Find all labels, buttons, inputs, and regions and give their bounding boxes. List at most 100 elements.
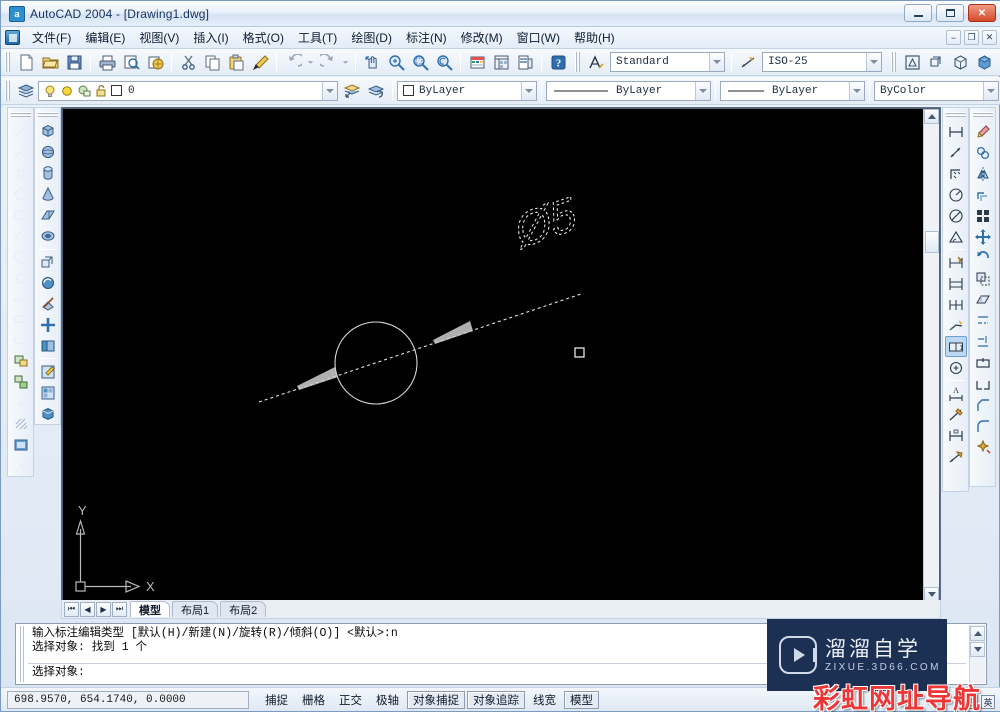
interfere-icon[interactable]	[37, 335, 59, 356]
menu-modify[interactable]: 修改(M)	[454, 27, 510, 48]
publish-icon[interactable]	[144, 51, 166, 73]
redo-dropdown-icon[interactable]	[341, 51, 350, 73]
dimension-text-edit-icon[interactable]	[945, 404, 967, 425]
tab-layout1[interactable]: 布局1	[172, 601, 218, 617]
polygon-icon[interactable]	[10, 184, 32, 205]
cone-icon[interactable]	[37, 184, 59, 205]
linear-dimension-icon[interactable]	[945, 121, 967, 142]
hatch-icon[interactable]	[10, 413, 32, 434]
setup-drawing-icon[interactable]	[37, 361, 59, 382]
solids-toolbar-grip[interactable]	[38, 111, 58, 118]
diameter-dimension-icon[interactable]	[945, 205, 967, 226]
copy-object-icon[interactable]	[972, 142, 994, 163]
chamfer-icon[interactable]	[972, 394, 994, 415]
dimension-update-icon[interactable]	[945, 425, 967, 446]
break-icon[interactable]	[972, 373, 994, 394]
ellipse-arc-icon[interactable]	[10, 330, 32, 351]
chevron-down-icon[interactable]	[866, 53, 881, 71]
toolbar-grip[interactable]	[4, 52, 11, 72]
ellipse-icon[interactable]	[10, 309, 32, 330]
construction-line-icon[interactable]	[10, 142, 32, 163]
command-scroll-down-button[interactable]	[970, 642, 985, 657]
chevron-down-icon[interactable]	[709, 53, 724, 71]
draw-toolbar-grip[interactable]	[11, 111, 31, 118]
menu-draw[interactable]: 绘图(D)	[344, 27, 399, 48]
dimension-toolbar-grip[interactable]	[946, 111, 966, 118]
otrack-toggle[interactable]: 对象追踪	[467, 691, 525, 709]
tab-last-button[interactable]: ⏭	[112, 602, 127, 617]
zoom-window-icon[interactable]	[409, 51, 431, 73]
layer-properties-manager-icon[interactable]	[15, 80, 37, 102]
polar-toggle[interactable]: 极轴	[370, 691, 405, 709]
spline-icon[interactable]	[10, 288, 32, 309]
wedge-icon[interactable]	[37, 205, 59, 226]
maximize-button[interactable]	[936, 4, 964, 22]
torus-icon[interactable]	[37, 226, 59, 247]
array-icon[interactable]	[972, 205, 994, 226]
quick-dimension-icon[interactable]	[945, 252, 967, 273]
erase-icon[interactable]	[972, 121, 994, 142]
chevron-down-icon[interactable]	[983, 82, 998, 100]
command-scrollbar[interactable]	[969, 625, 985, 683]
point-icon[interactable]	[10, 393, 32, 414]
chevron-down-icon[interactable]	[849, 82, 864, 100]
fillet-icon[interactable]	[972, 415, 994, 436]
document-icon[interactable]	[5, 30, 20, 45]
tool-palettes-icon[interactable]	[514, 51, 536, 73]
chevron-down-icon[interactable]	[695, 82, 710, 100]
offset-icon[interactable]	[972, 184, 994, 205]
redo-icon[interactable]	[317, 51, 339, 73]
rotate-icon[interactable]	[972, 247, 994, 268]
command-window-grip[interactable]	[18, 626, 26, 682]
setup-profile-icon[interactable]	[37, 403, 59, 424]
sphere-icon[interactable]	[37, 142, 59, 163]
tab-model[interactable]: 模型	[130, 601, 170, 617]
lineweight-combo[interactable]: ByLayer	[720, 81, 865, 101]
radius-dimension-icon[interactable]	[945, 184, 967, 205]
designcenter-icon[interactable]	[490, 51, 512, 73]
help-icon[interactable]: ?	[547, 51, 569, 73]
open-file-icon[interactable]	[39, 51, 61, 73]
center-mark-icon[interactable]	[945, 357, 967, 378]
layer-combo[interactable]: 0	[38, 81, 338, 101]
baseline-dimension-icon[interactable]	[945, 273, 967, 294]
tolerance-icon[interactable]: 1	[945, 336, 967, 357]
match-properties-icon[interactable]	[249, 51, 271, 73]
view-toolbar-grip[interactable]	[890, 52, 897, 72]
plotstyle-combo[interactable]: ByColor	[874, 81, 999, 101]
menu-insert[interactable]: 插入(I)	[186, 27, 235, 48]
slice-icon[interactable]	[37, 293, 59, 314]
vertical-scroll-thumb[interactable]	[925, 231, 939, 253]
tab-layout2[interactable]: 布局2	[220, 601, 266, 617]
stretch-icon[interactable]	[972, 289, 994, 310]
linetype-combo[interactable]: ByLayer	[546, 81, 711, 101]
break-at-point-icon[interactable]	[972, 352, 994, 373]
region-icon[interactable]	[10, 434, 32, 455]
mdi-close-button[interactable]: ✕	[982, 30, 997, 45]
osnap-toggle[interactable]: 对象捕捉	[407, 691, 465, 709]
zoom-previous-icon[interactable]	[433, 51, 455, 73]
properties-icon[interactable]	[466, 51, 488, 73]
save-file-icon[interactable]	[63, 51, 85, 73]
rectangle-icon[interactable]	[10, 205, 32, 226]
paste-icon[interactable]	[225, 51, 247, 73]
angular-dimension-icon[interactable]	[945, 226, 967, 247]
mdi-restore-button[interactable]: ❐	[964, 30, 979, 45]
cylinder-icon[interactable]	[37, 163, 59, 184]
scale-icon[interactable]	[972, 268, 994, 289]
menu-help[interactable]: 帮助(H)	[567, 27, 622, 48]
chevron-down-icon[interactable]	[322, 82, 337, 100]
polyline-icon[interactable]	[10, 163, 32, 184]
insert-block-icon[interactable]	[10, 351, 32, 372]
tab-first-button[interactable]: ⏮	[64, 602, 79, 617]
layer-previous-icon[interactable]	[365, 80, 387, 102]
flat-shaded-icon[interactable]	[973, 51, 995, 73]
arc-icon[interactable]	[10, 225, 32, 246]
undo-dropdown-icon[interactable]	[306, 51, 315, 73]
setup-view-icon[interactable]	[37, 382, 59, 403]
coordinates-display[interactable]: 698.9570, 654.1740, 0.0000	[7, 691, 249, 709]
named-views-icon[interactable]	[901, 51, 923, 73]
menu-edit[interactable]: 编辑(E)	[78, 27, 132, 48]
dimension-style-icon[interactable]	[945, 446, 967, 467]
cut-icon[interactable]	[177, 51, 199, 73]
